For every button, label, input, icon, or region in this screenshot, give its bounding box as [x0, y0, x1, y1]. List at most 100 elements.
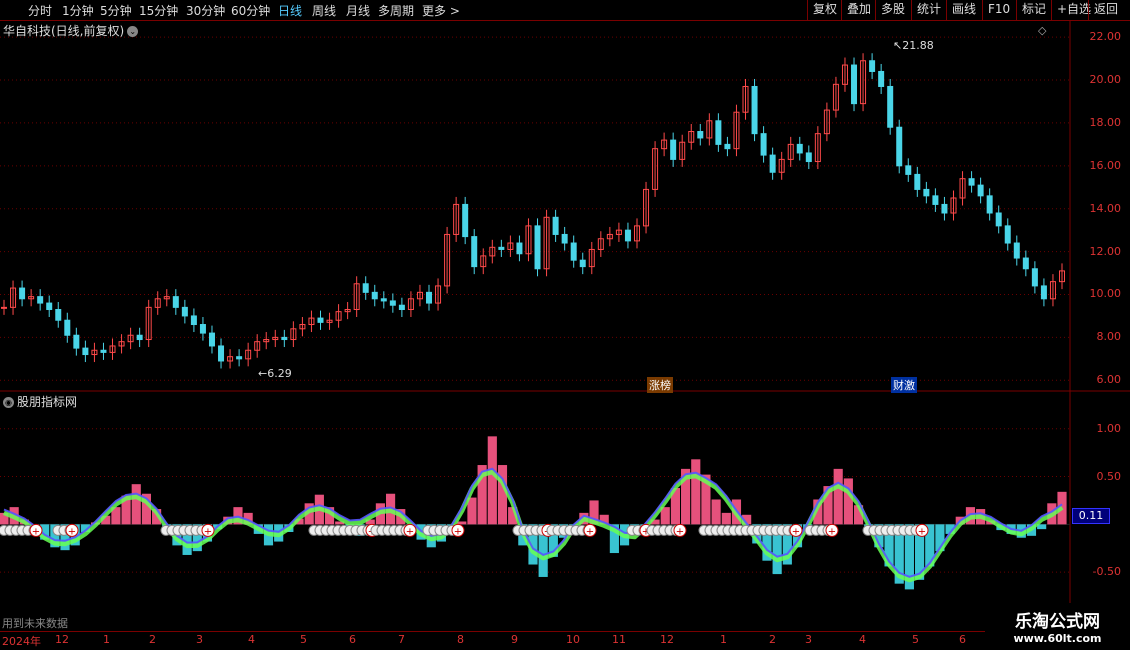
toolbar-button-8[interactable]: 返回 [1088, 0, 1123, 20]
date-label-5: 4 [248, 633, 255, 646]
price-candle-85 [769, 154, 776, 173]
period-tab-2[interactable]: 5分钟 [100, 2, 132, 19]
price-candle-55 [498, 246, 505, 250]
price-tick-2: 18.00 [1089, 115, 1122, 129]
price-candle-43 [389, 300, 396, 306]
date-label-7: 6 [349, 633, 356, 646]
low-price-value: 6.29 [267, 367, 292, 380]
price-candle-113 [1022, 257, 1029, 270]
date-label-4: 3 [196, 633, 203, 646]
dropdown-icon[interactable]: ⌄ [127, 26, 139, 37]
price-candle-100 [905, 165, 912, 175]
date-label-16: 3 [805, 633, 812, 646]
toolbar-button-0[interactable]: 复权 [807, 0, 842, 20]
signal-plus-text-4: + [406, 526, 414, 537]
price-tick-7: 8.00 [1096, 330, 1122, 344]
period-tab-1[interactable]: 1分钟 [62, 2, 94, 19]
price-candle-6 [55, 309, 62, 321]
stock-title-label: 华自科技(日线,前复权) [3, 24, 125, 38]
toolbar-button-1[interactable]: 叠加 [841, 0, 876, 20]
indicator-title[interactable]: ◉ 股朋指标网 [3, 393, 77, 410]
price-tick-8: 6.00 [1096, 373, 1122, 387]
price-candle-20 [181, 306, 188, 317]
period-tab-5[interactable]: 60分钟 [231, 2, 270, 19]
price-candle-0 [1, 306, 7, 309]
date-label-19: 6 [959, 633, 966, 646]
price-candle-5 [46, 302, 53, 311]
price-candle-77 [697, 131, 704, 139]
price-candle-83 [751, 85, 758, 135]
period-tab-9[interactable]: 多周期 [378, 2, 414, 19]
period-tab-3[interactable]: 15分钟 [139, 2, 178, 19]
indicator-bar-48 [487, 436, 497, 525]
date-label-17: 4 [859, 633, 866, 646]
price-candle-11 [100, 349, 107, 353]
period-tab-0[interactable]: 分时 [28, 2, 52, 19]
indicator-bar-71 [721, 512, 731, 525]
toolbar-button-6[interactable]: 标记 [1016, 0, 1051, 20]
date-label-9: 8 [457, 633, 464, 646]
price-candle-8 [73, 334, 80, 349]
price-candle-62 [561, 233, 568, 244]
event-tag-limit-up[interactable]: 涨榜 [647, 377, 673, 393]
price-candle-69 [624, 229, 631, 242]
price-candle-7 [64, 319, 71, 336]
price-candle-108 [977, 184, 984, 197]
indicator-bar-83 [843, 478, 853, 525]
date-label-12: 11 [612, 633, 626, 646]
date-label-0: 2024年 [2, 635, 41, 648]
date-label-1: 12 [55, 633, 69, 646]
date-label-11: 10 [566, 633, 580, 646]
price-candle-15 [136, 334, 143, 341]
indicator-bar-13 [131, 484, 141, 525]
price-candle-63 [570, 242, 577, 261]
watermark: 乐淘公式网 www.60lt.com [985, 603, 1130, 650]
price-tick-0: 22.00 [1089, 30, 1122, 44]
price-candle-104 [941, 203, 948, 214]
price-candle-22 [199, 324, 206, 334]
price-candle-2 [19, 287, 26, 300]
indicator-bar-82 [833, 468, 843, 525]
diamond-icon[interactable]: ◇ [1038, 24, 1046, 37]
price-candle-52 [471, 236, 478, 268]
period-tab-10[interactable]: 更多 > [422, 2, 460, 19]
price-candle-89 [805, 152, 812, 163]
signal-plus-text-2: + [204, 526, 212, 537]
period-tab-7[interactable]: 周线 [312, 2, 336, 19]
price-candle-74 [670, 139, 677, 160]
price-candle-96 [869, 60, 876, 72]
price-candle-97 [878, 70, 885, 87]
event-tag-finance[interactable]: 财激 [891, 377, 917, 393]
price-candle-41 [371, 291, 378, 300]
price-tick-5: 12.00 [1089, 244, 1122, 258]
indicator-bar-70 [711, 499, 721, 525]
signal-plus-text-7: + [586, 526, 594, 537]
date-label-14: 1 [720, 633, 727, 646]
signal-plus-text-5: + [454, 526, 462, 537]
price-candle-112 [1013, 242, 1020, 259]
price-candle-114 [1031, 268, 1038, 287]
price-candle-23 [208, 332, 215, 347]
price-candle-88 [796, 143, 803, 154]
price-tick-3: 16.00 [1089, 158, 1122, 172]
price-candle-94 [851, 64, 858, 105]
toolbar-button-3[interactable]: 统计 [911, 0, 946, 20]
toolbar-button-5[interactable]: F10 [982, 0, 1015, 20]
signal-plus-text-12: + [918, 526, 926, 537]
price-candle-57 [516, 242, 523, 255]
price-candle-9 [82, 347, 89, 356]
low-price-label: ←6.29 [258, 367, 292, 380]
period-tab-6[interactable]: 日线 [278, 2, 302, 19]
period-tab-4[interactable]: 30分钟 [186, 2, 225, 19]
date-label-2: 1 [103, 633, 110, 646]
price-candle-47 [426, 291, 433, 304]
price-candle-4 [37, 296, 44, 304]
period-tab-8[interactable]: 月线 [346, 2, 370, 19]
indicator-tick-0: 1.00 [1096, 421, 1122, 435]
price-candle-26 [236, 356, 243, 360]
toolbar-button-2[interactable]: 多股 [875, 0, 910, 20]
toolbar-button-4[interactable]: 画线 [946, 0, 981, 20]
chart-canvas[interactable]: +++++++++++++ [0, 20, 1130, 650]
main-chart-title[interactable]: 华自科技(日线,前复权) ⌄ [3, 22, 139, 39]
eye-icon[interactable]: ◉ [3, 397, 14, 408]
